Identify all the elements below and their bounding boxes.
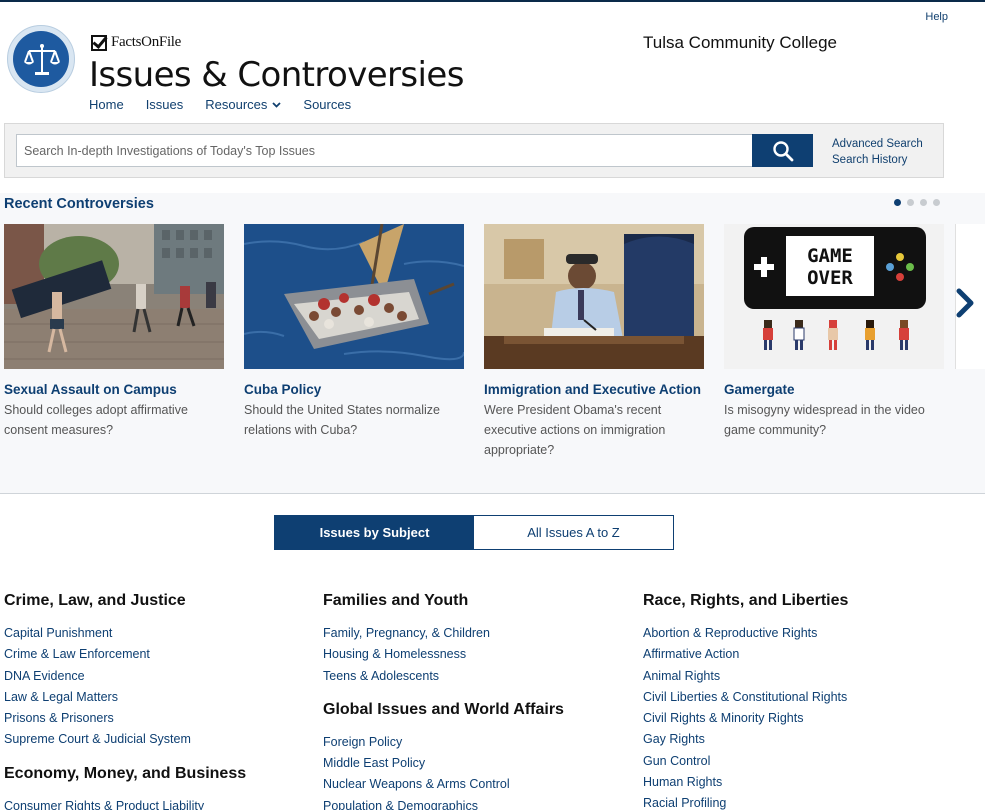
- svg-text:GAME: GAME: [807, 245, 853, 267]
- subject-list: Capital Punishment Crime & Law Enforceme…: [4, 626, 304, 754]
- subject-column-2: Families and Youth Family, Pregnancy, & …: [323, 592, 623, 810]
- chevron-right-icon: [956, 288, 974, 318]
- subject-link[interactable]: Supreme Court & Judicial System: [4, 732, 304, 753]
- advanced-search-link[interactable]: Advanced Search: [832, 136, 923, 152]
- search-history-link[interactable]: Search History: [832, 152, 923, 168]
- subject-link[interactable]: Population & Demographics: [323, 799, 623, 810]
- nav-issues[interactable]: Issues: [146, 97, 184, 112]
- controversy-card-immigration[interactable]: Immigration and Executive Action Were Pr…: [484, 224, 704, 460]
- subject-heading: Race, Rights, and Liberties: [643, 592, 849, 609]
- card-title[interactable]: Sexual Assault on Campus: [4, 382, 224, 397]
- nav-resources-label: Resources: [205, 97, 268, 112]
- nav-sources-label: Sources: [303, 97, 352, 112]
- chevron-down-icon: [272, 101, 282, 108]
- nav-issues-label: Issues: [145, 97, 184, 112]
- subject-link[interactable]: Civil Liberties & Constitutional Rights: [643, 690, 943, 711]
- carousel-dot-4[interactable]: [933, 199, 940, 206]
- recent-controversies-carousel: Recent Controversies Sexual Assault on C…: [0, 193, 985, 494]
- subject-link[interactable]: Capital Punishment: [4, 626, 304, 647]
- search-icon: [772, 140, 793, 161]
- checkbox-icon: [91, 34, 107, 51]
- card-title[interactable]: Gamergate: [724, 382, 944, 397]
- site-title[interactable]: Issues & Controversies: [89, 55, 464, 95]
- search-links: Advanced Search Search History: [832, 136, 923, 168]
- top-border: [0, 0, 985, 2]
- card-image-oval-office[interactable]: [484, 224, 704, 369]
- tab-all-issues-a-to-z[interactable]: All Issues A to Z: [474, 516, 673, 549]
- subject-link[interactable]: Crime & Law Enforcement: [4, 647, 304, 668]
- subject-link[interactable]: Teens & Adolescents: [323, 669, 623, 690]
- subject-link[interactable]: Middle East Policy: [323, 756, 623, 777]
- recent-controversies-title: Recent Controversies: [4, 196, 154, 212]
- subject-heading: Global Issues and World Affairs: [323, 700, 564, 718]
- card-image-raft[interactable]: [244, 224, 464, 369]
- nav-sources[interactable]: Sources: [303, 97, 351, 112]
- subject-link[interactable]: DNA Evidence: [4, 669, 304, 690]
- subject-link[interactable]: Family, Pregnancy, & Children: [323, 626, 623, 647]
- card-image-game-over[interactable]: GAME OVER: [724, 224, 944, 369]
- subject-link[interactable]: Human Rights: [643, 775, 943, 796]
- controversy-card-gamergate[interactable]: GAME OVER Gamergate Is misogyny widespre…: [724, 224, 944, 440]
- subject-list: Consumer Rights & Product Liability: [4, 799, 304, 810]
- controversy-card-cuba-policy[interactable]: Cuba Policy Should the United States nor…: [244, 224, 464, 440]
- subject-column-1: Crime, Law, and Justice Capital Punishme…: [4, 592, 304, 810]
- subject-link[interactable]: Prisons & Prisoners: [4, 711, 304, 732]
- subject-link[interactable]: Civil Rights & Minority Rights: [643, 711, 943, 732]
- card-subtitle: Should the United States normalize relat…: [244, 403, 440, 437]
- carousel-dots: [894, 199, 940, 206]
- subject-link[interactable]: Nuclear Weapons & Arms Control: [323, 777, 623, 798]
- tab-issues-by-subject[interactable]: Issues by Subject: [275, 516, 474, 549]
- search-button[interactable]: [752, 134, 813, 167]
- factsonfile-brand: FactsOnFile: [91, 34, 181, 51]
- subject-link[interactable]: Animal Rights: [643, 669, 943, 690]
- subject-link[interactable]: Consumer Rights & Product Liability: [4, 799, 304, 810]
- subject-list: Abortion & Reproductive Rights Affirmati…: [643, 626, 943, 810]
- issues-tabs: Issues by Subject All Issues A to Z: [274, 515, 674, 550]
- subject-link[interactable]: Affirmative Action: [643, 647, 943, 668]
- card-image-campus[interactable]: [4, 224, 224, 369]
- card-subtitle: Should colleges adopt affirmative consen…: [4, 403, 188, 437]
- subject-list: Family, Pregnancy, & Children Housing & …: [323, 626, 623, 690]
- subject-link[interactable]: Abortion & Reproductive Rights: [643, 626, 943, 647]
- subject-heading: Economy, Money, and Business: [4, 764, 247, 782]
- carousel-dot-3[interactable]: [920, 199, 927, 206]
- carousel-next-button[interactable]: [952, 288, 978, 318]
- subject-link[interactable]: Gun Control: [643, 754, 943, 775]
- carousel-dot-2[interactable]: [907, 199, 914, 206]
- subject-heading: Families and Youth: [323, 592, 469, 609]
- carousel-dot-1[interactable]: [894, 199, 901, 206]
- subject-column-3: Race, Rights, and Liberties Abortion & R…: [643, 592, 943, 810]
- subject-link[interactable]: Gay Rights: [643, 732, 943, 753]
- search-input[interactable]: [16, 134, 753, 167]
- svg-text:OVER: OVER: [807, 267, 853, 289]
- brand-label: FactsOnFile: [111, 34, 182, 50]
- card-title[interactable]: Cuba Policy: [244, 382, 464, 397]
- nav-home-label: Home: [89, 97, 124, 112]
- card-title[interactable]: Immigration and Executive Action: [484, 382, 704, 397]
- subject-heading: Crime, Law, and Justice: [4, 592, 186, 609]
- scales-icon: [24, 44, 60, 75]
- card-subtitle: Is misogyny widespread in the video game…: [724, 403, 925, 437]
- scales-logo[interactable]: [7, 25, 75, 93]
- subject-link[interactable]: Law & Legal Matters: [4, 690, 304, 711]
- institution-name: Tulsa Community College: [643, 33, 837, 52]
- controversy-card-sexual-assault[interactable]: Sexual Assault on Campus Should colleges…: [4, 224, 224, 440]
- subject-link[interactable]: Racial Profiling: [643, 796, 943, 810]
- subject-link[interactable]: Foreign Policy: [323, 735, 623, 756]
- nav-resources[interactable]: Resources: [205, 97, 282, 112]
- nav-home[interactable]: Home: [89, 97, 124, 112]
- card-subtitle: Were President Obama's recent executive …: [484, 403, 666, 457]
- subject-link[interactable]: Housing & Homelessness: [323, 647, 623, 668]
- main-nav: Home Issues Resources Sources: [89, 97, 351, 112]
- search-bar: Advanced Search Search History: [4, 123, 944, 178]
- subject-list: Foreign Policy Middle East Policy Nuclea…: [323, 735, 623, 810]
- help-link[interactable]: Help: [925, 11, 948, 23]
